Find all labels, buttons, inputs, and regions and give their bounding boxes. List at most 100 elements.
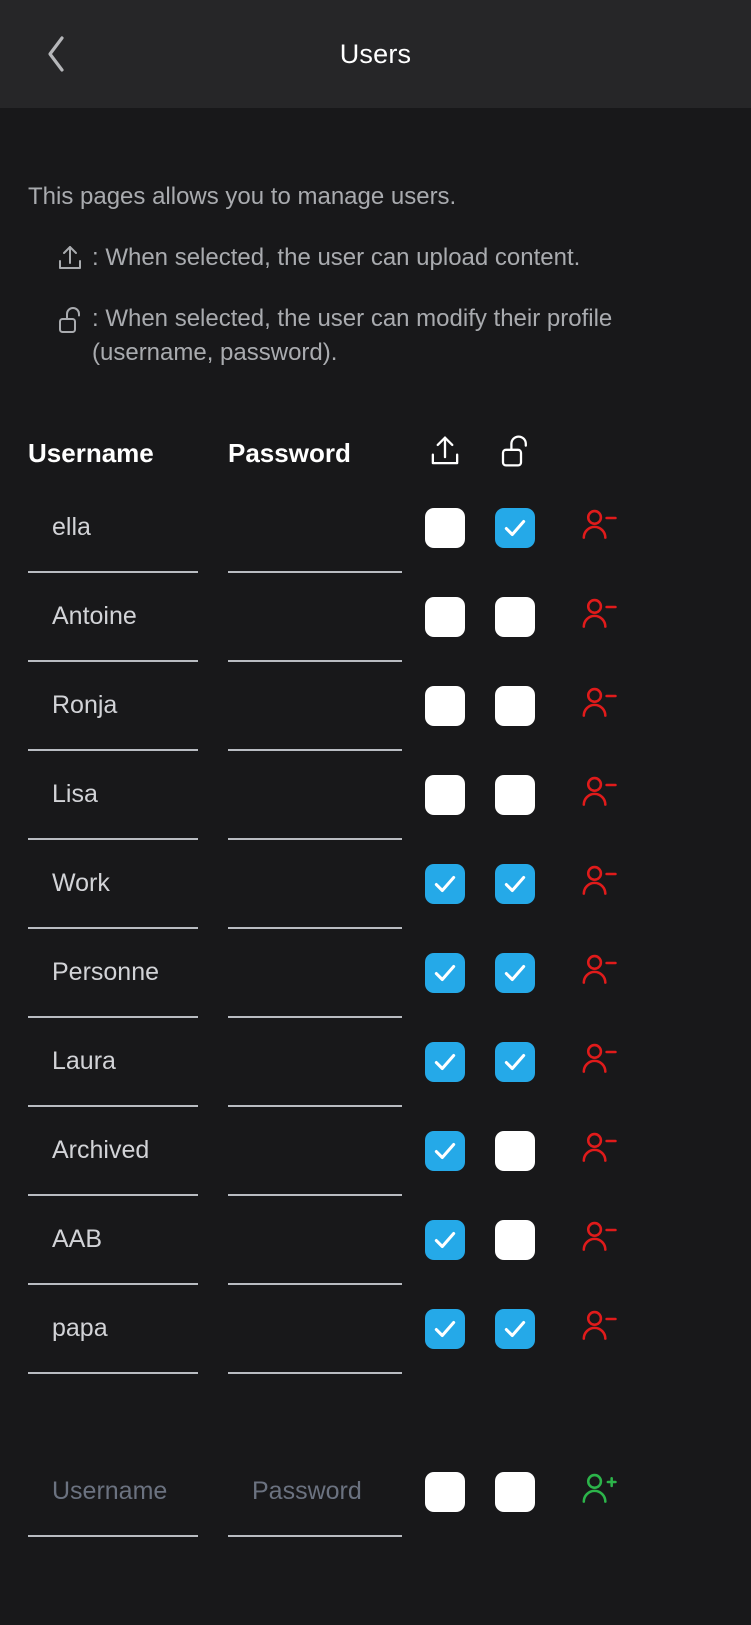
back-button[interactable] (24, 22, 88, 86)
upload-checkbox[interactable] (425, 952, 465, 993)
table-row: Archived (28, 1107, 723, 1194)
person-minus-icon (580, 1308, 618, 1349)
username-value: Ronja (52, 691, 118, 720)
new-username-input[interactable]: Username (28, 1477, 228, 1506)
upload-checkbox[interactable] (425, 1130, 465, 1171)
underline (228, 1105, 402, 1108)
table-row: Laura (28, 1018, 723, 1105)
unlock-checkbox[interactable] (495, 1219, 535, 1260)
row-divider (28, 1194, 723, 1197)
underline (228, 571, 402, 574)
unlock-checkbox[interactable] (495, 596, 535, 637)
row-divider (28, 1016, 723, 1019)
column-header-unlock (480, 433, 550, 474)
unlock-checkbox[interactable] (495, 1041, 535, 1082)
username-input[interactable]: Archived (28, 1136, 228, 1165)
underline (228, 1194, 402, 1197)
remove-user-button[interactable] (571, 1038, 627, 1086)
username-value: papa (52, 1314, 108, 1343)
remove-user-button[interactable] (571, 949, 627, 997)
upload-checkbox[interactable] (425, 1308, 465, 1349)
username-input[interactable]: Antoine (28, 602, 228, 631)
unlock-checkbox[interactable] (495, 952, 535, 993)
username-value: Work (52, 869, 110, 898)
underline (28, 749, 198, 752)
upload-checkbox[interactable] (425, 507, 465, 548)
person-minus-icon (580, 507, 618, 548)
chevron-left-icon (45, 35, 67, 73)
table-row: Personne (28, 929, 723, 1016)
underline (28, 1535, 198, 1538)
underline (28, 1105, 198, 1108)
table-header-row: Username Password (28, 433, 723, 484)
unlock-checkbox[interactable] (495, 507, 535, 548)
remove-user-button[interactable] (571, 1216, 627, 1264)
username-input[interactable]: Lisa (28, 780, 228, 809)
app-bar: Users (0, 0, 751, 108)
username-input[interactable]: Personne (28, 958, 228, 987)
underline (28, 1372, 198, 1375)
new-unlock-checkbox[interactable] (495, 1471, 535, 1512)
person-minus-icon (580, 1130, 618, 1171)
underline (28, 1283, 198, 1286)
remove-user-button[interactable] (571, 593, 627, 641)
underline (28, 660, 198, 663)
unlock-icon (499, 433, 531, 474)
column-header-upload (410, 434, 480, 473)
upload-checkbox[interactable] (425, 774, 465, 815)
underline (228, 927, 402, 930)
unlock-checkbox[interactable] (495, 863, 535, 904)
row-divider (28, 571, 723, 574)
row-divider (28, 749, 723, 752)
person-minus-icon (580, 1041, 618, 1082)
table-body: ella Antoine Ronja Lisa Work Personne Laura Arc… (28, 484, 723, 1375)
username-value: Personne (52, 958, 160, 987)
upload-checkbox[interactable] (425, 596, 465, 637)
new-upload-checkbox[interactable] (425, 1471, 465, 1512)
row-divider (28, 838, 723, 841)
legend-upload-text: : When selected, the user can upload con… (92, 243, 581, 271)
upload-checkbox[interactable] (425, 685, 465, 726)
username-input[interactable]: papa (28, 1314, 228, 1343)
row-divider (28, 1105, 723, 1108)
new-password-placeholder: Password (252, 1477, 362, 1506)
username-input[interactable]: Laura (28, 1047, 228, 1076)
table-row: Lisa (28, 751, 723, 838)
username-value: Antoine (52, 602, 137, 631)
username-input[interactable]: Ronja (28, 691, 228, 720)
column-header-username: Username (28, 438, 154, 469)
remove-user-button[interactable] (571, 504, 627, 552)
remove-user-button[interactable] (571, 1305, 627, 1353)
remove-user-button[interactable] (571, 1127, 627, 1175)
person-minus-icon (580, 685, 618, 726)
page-title: Users (339, 38, 412, 69)
new-row-divider (28, 1535, 723, 1538)
unlock-checkbox[interactable] (495, 1308, 535, 1349)
underline (28, 838, 198, 841)
new-password-input[interactable]: Password (228, 1477, 410, 1506)
username-input[interactable]: AAB (28, 1225, 228, 1254)
person-minus-icon (580, 1219, 618, 1260)
remove-user-button[interactable] (571, 771, 627, 819)
remove-user-button[interactable] (571, 682, 627, 730)
column-header-password: Password (228, 438, 351, 469)
underline (28, 571, 198, 574)
unlock-checkbox[interactable] (495, 774, 535, 815)
add-user-button[interactable] (571, 1468, 627, 1516)
remove-user-button[interactable] (571, 860, 627, 908)
username-value: ella (52, 513, 91, 542)
upload-icon (54, 241, 86, 272)
upload-checkbox[interactable] (425, 1041, 465, 1082)
username-input[interactable]: ella (28, 513, 228, 542)
upload-checkbox[interactable] (425, 863, 465, 904)
add-row-spacer (28, 1374, 723, 1448)
username-input[interactable]: Work (28, 869, 228, 898)
unlock-checkbox[interactable] (495, 685, 535, 726)
table-row: Ronja (28, 662, 723, 749)
table-row: AAB (28, 1196, 723, 1283)
legend-unlock: : When selected, the user can modify the… (28, 302, 723, 372)
row-divider (28, 660, 723, 663)
upload-icon (429, 434, 461, 473)
upload-checkbox[interactable] (425, 1219, 465, 1260)
unlock-checkbox[interactable] (495, 1130, 535, 1171)
